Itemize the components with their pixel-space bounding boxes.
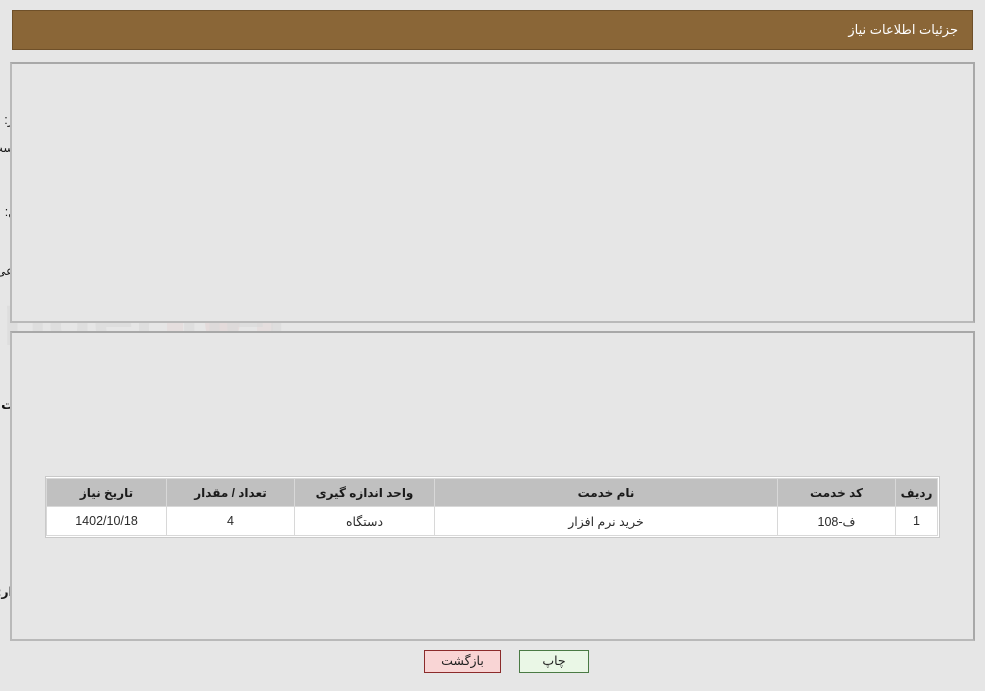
- services-table: ردیف کد خدمت نام خدمت واحد اندازه گیری ت…: [46, 478, 938, 536]
- cell-service-name: خرید نرم افزار: [434, 506, 778, 536]
- th-quantity: تعداد / مقدار: [166, 478, 295, 507]
- page-title-bar: جزئیات اطلاعات نیاز: [12, 10, 973, 50]
- th-service-name: نام خدمت: [434, 478, 778, 507]
- th-service-code: کد خدمت: [777, 478, 896, 507]
- cell-need-date: 1402/10/18: [46, 506, 167, 536]
- print-button[interactable]: چاپ: [519, 650, 589, 673]
- cell-quantity: 4: [166, 506, 295, 536]
- cell-service-code: ف-108: [777, 506, 896, 536]
- need-info-panel: [10, 62, 975, 323]
- back-button[interactable]: بازگشت: [424, 650, 501, 673]
- cell-row-no: 1: [895, 506, 938, 536]
- th-row-no: ردیف: [895, 478, 938, 507]
- cell-unit: دستگاه: [294, 506, 435, 536]
- page-title: جزئیات اطلاعات نیاز: [848, 22, 958, 37]
- services-table-wrapper: ردیف کد خدمت نام خدمت واحد اندازه گیری ت…: [45, 476, 940, 538]
- table-row: 1 ف-108 خرید نرم افزار دستگاه 4 1402/10/…: [46, 506, 938, 536]
- th-unit: واحد اندازه گیری: [294, 478, 435, 507]
- page-root: AriaTender.net جزئیات اطلاعات نیاز شماره…: [0, 0, 985, 691]
- table-header-row: ردیف کد خدمت نام خدمت واحد اندازه گیری ت…: [46, 478, 938, 507]
- th-need-date: تاریخ نیاز: [46, 478, 167, 507]
